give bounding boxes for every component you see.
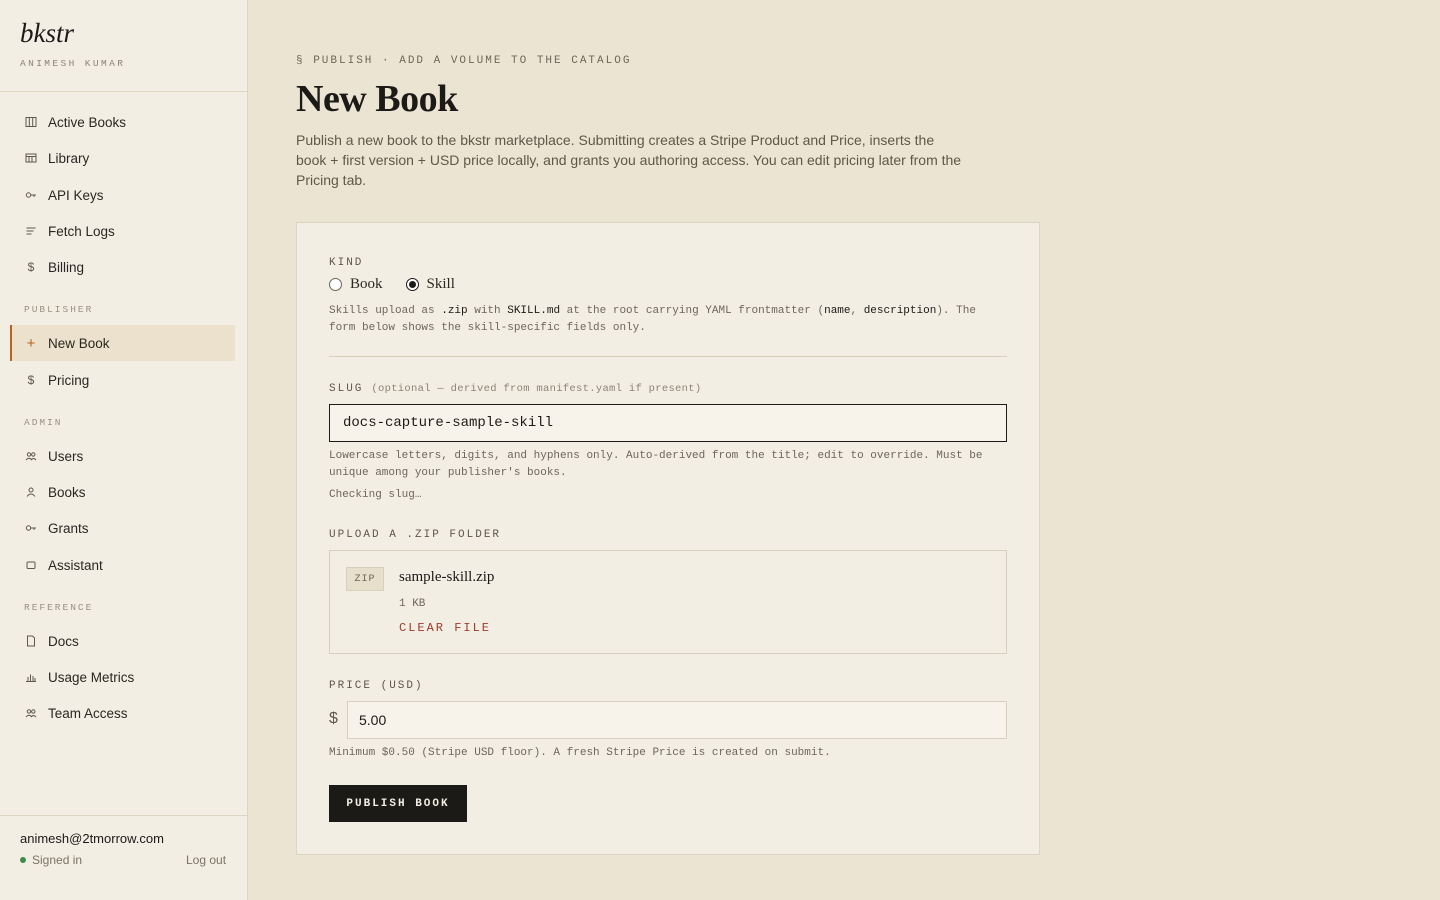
- sidebar-item-users[interactable]: Users: [10, 438, 235, 474]
- sidebar-footer-divider: [0, 815, 247, 816]
- sidebar-item-active-books[interactable]: Active Books: [10, 104, 235, 140]
- lines-icon: [24, 224, 38, 238]
- kind-radio-skill[interactable]: [405, 278, 419, 291]
- currency-symbol: $: [329, 710, 338, 727]
- brand-user-name: ANIMESH KUMAR: [20, 58, 126, 69]
- signin-status-text: Signed in: [32, 853, 83, 867]
- slug-input[interactable]: docs-capture-sample-skill: [329, 404, 1007, 442]
- sidebar-item-label: Library: [48, 150, 90, 166]
- price-input[interactable]: 5.00: [347, 701, 1007, 739]
- key-icon: [24, 188, 38, 202]
- sidebar-item-label: Billing: [48, 259, 85, 275]
- kind-radio-book[interactable]: [329, 278, 342, 291]
- brand-logo[interactable]: bkstr: [20, 18, 74, 49]
- sidebar-item-new-book[interactable]: + New Book: [10, 325, 235, 361]
- slug-hint: (optional — derived from manifest.yaml i…: [371, 383, 702, 395]
- price-label: PRICE (USD): [329, 680, 424, 692]
- sidebar-item-team-access[interactable]: Team Access: [10, 695, 235, 731]
- uploaded-file-size: 1 KB: [399, 598, 426, 610]
- square-icon: [24, 558, 38, 572]
- sidebar-item-library[interactable]: Library: [10, 140, 235, 176]
- form-divider: [329, 356, 1007, 357]
- kind-radio-group: Book Skill: [329, 276, 455, 293]
- section-title-reference: REFERENCE: [24, 602, 94, 613]
- status-dot-icon: [20, 857, 26, 863]
- upload-label: UPLOAD A .ZIP FOLDER: [329, 529, 502, 541]
- sidebar-item-label: Active Books: [48, 114, 127, 130]
- sidebar-item-api-keys[interactable]: API Keys: [10, 177, 235, 213]
- sidebar-item-label: Pricing: [48, 372, 90, 388]
- plus-icon: +: [26, 334, 36, 352]
- sidebar-item-label: API Keys: [48, 187, 104, 203]
- page-eyebrow: § PUBLISH · ADD A VOLUME TO THE CATALOG: [296, 55, 632, 67]
- sidebar-item-label: New Book: [48, 335, 110, 351]
- slug-status-text: Checking slug…: [329, 489, 422, 501]
- section-title-admin: ADMIN: [24, 417, 63, 428]
- sidebar-item-books[interactable]: Books: [10, 474, 235, 510]
- section-title-publisher: PUBLISHER: [24, 304, 94, 315]
- kind-option-skill-label[interactable]: Skill: [427, 276, 455, 293]
- sidebar-item-docs[interactable]: Docs: [10, 623, 235, 659]
- logout-link[interactable]: Log out: [186, 853, 226, 867]
- upload-dropzone[interactable]: [329, 550, 1007, 654]
- user-email: animesh@2tmorrow.com: [20, 831, 164, 846]
- kind-option-book-label[interactable]: Book: [350, 276, 383, 293]
- uploaded-file-name: sample-skill.zip: [399, 569, 495, 585]
- sidebar-item-label: Docs: [48, 633, 79, 649]
- clear-file-button[interactable]: CLEAR FILE: [399, 621, 491, 635]
- key-icon: [24, 521, 38, 535]
- kind-help-text: Skills upload as .zip with SKILL.md at t…: [329, 305, 976, 334]
- sidebar-item-label: Team Access: [48, 705, 128, 721]
- slug-help-text: Lowercase letters, digits, and hyphens o…: [329, 450, 983, 479]
- sidebar-item-label: Users: [48, 448, 84, 464]
- sidebar-item-label: Fetch Logs: [48, 223, 115, 239]
- dollar-icon: $: [27, 260, 35, 274]
- sidebar-item-label: Usage Metrics: [48, 669, 135, 685]
- page-title: New Book: [296, 78, 458, 120]
- users-icon: [24, 706, 38, 720]
- library-icon: [24, 151, 38, 165]
- slug-label: SLUG (optional — derived from manifest.ya…: [329, 383, 702, 395]
- sidebar-item-label: Grants: [48, 520, 89, 536]
- dollar-icon: $: [27, 373, 35, 387]
- sidebar-item-usage-metrics[interactable]: Usage Metrics: [10, 659, 235, 695]
- users-icon: [24, 449, 38, 463]
- sidebar-divider: [0, 91, 247, 92]
- sidebar-item-grants[interactable]: Grants: [10, 510, 235, 546]
- publish-book-button[interactable]: PUBLISH BOOK: [329, 785, 467, 822]
- columns-icon: [24, 115, 38, 129]
- zip-file-icon: ZIP: [346, 567, 384, 591]
- sidebar-item-pricing[interactable]: $ Pricing: [10, 362, 235, 398]
- person-icon: [24, 485, 38, 499]
- sidebar-item-assistant[interactable]: Assistant: [10, 547, 235, 583]
- sidebar-item-billing[interactable]: $ Billing: [10, 249, 235, 285]
- document-icon: [24, 634, 38, 648]
- page-intro: Publish a new book to the bkstr marketpl…: [296, 132, 962, 188]
- bar-chart-icon: [24, 670, 38, 684]
- sidebar-item-label: Books: [48, 484, 86, 500]
- price-help-text: Minimum $0.50 (Stripe USD floor). A fres…: [329, 747, 831, 759]
- sidebar: bkstr ANIMESH KUMAR Active Books Library…: [0, 0, 248, 900]
- kind-label: KIND: [329, 257, 364, 269]
- sidebar-item-label: Assistant: [48, 557, 103, 573]
- sidebar-item-fetch-logs[interactable]: Fetch Logs: [10, 213, 235, 249]
- signin-status: Signed in: [20, 853, 82, 867]
